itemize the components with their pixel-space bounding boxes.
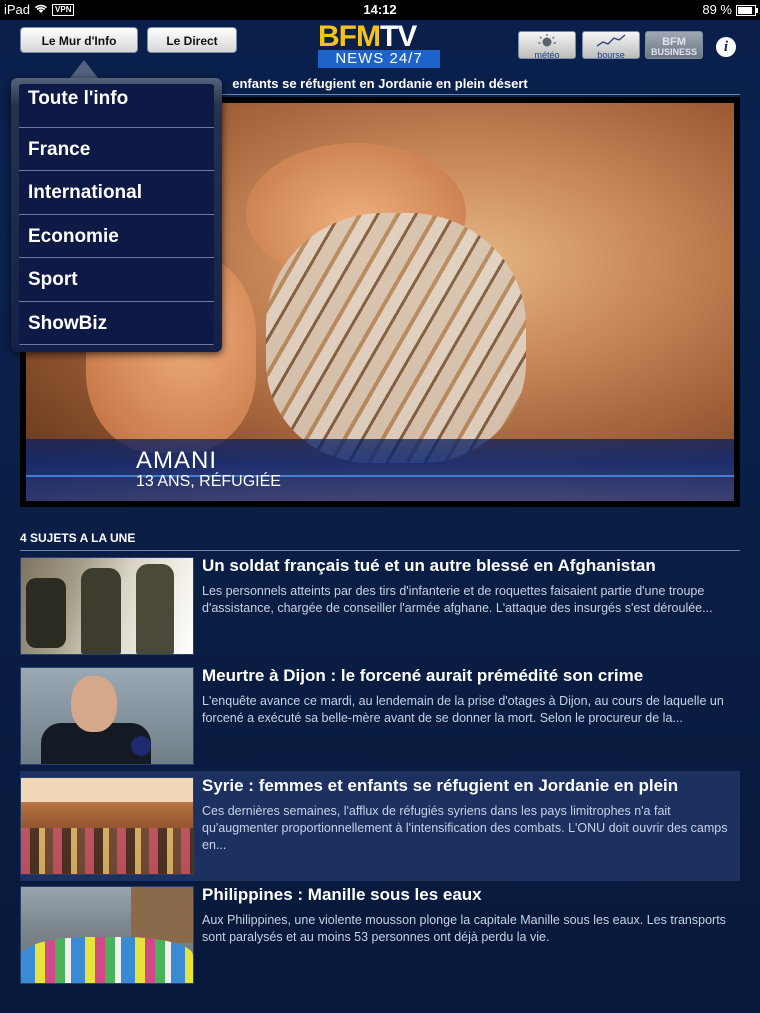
- category-list: Toute l'info France International Econom…: [19, 84, 214, 346]
- news-summary: Aux Philippines, une violente mousson pl…: [202, 913, 726, 944]
- lower-third-subtitle: 13 ANS, RÉFUGIÉE: [136, 473, 281, 490]
- stock-chart-icon: [583, 34, 639, 50]
- news-summary: Les personnels atteints par des tirs d'i…: [202, 584, 713, 615]
- info-button[interactable]: i: [716, 37, 736, 57]
- meteo-label: météo: [534, 50, 560, 60]
- clock: 14:12: [363, 2, 397, 17]
- menu-item-sport[interactable]: Sport: [19, 258, 214, 302]
- news-summary: L'enquête avance ce mardi, au lendemain …: [202, 694, 724, 725]
- lower-third-bar: [26, 475, 734, 477]
- menu-item-international[interactable]: International: [19, 171, 214, 215]
- bfmtv-logo: BFMTV NEWS 24/7: [318, 22, 440, 72]
- lower-third: AMANI 13 ANS, RÉFUGIÉE: [26, 439, 734, 501]
- news-item-selected[interactable]: Syrie : femmes et enfants se réfugient e…: [20, 771, 740, 881]
- bourse-label: bourse: [597, 50, 625, 60]
- mur-info-button[interactable]: Le Mur d'Info: [20, 27, 138, 53]
- logo-tv-text: TV: [379, 20, 417, 53]
- battery-icon: [736, 4, 758, 16]
- meteo-button[interactable]: météo: [518, 31, 576, 60]
- logo-news-text: NEWS 24/7: [318, 50, 440, 68]
- news-title: Un soldat français tué et un autre bless…: [202, 556, 656, 575]
- news-item[interactable]: Meurtre à Dijon : le forcené aurait prém…: [20, 666, 740, 769]
- news-item[interactable]: Un soldat français tué et un autre bless…: [20, 556, 740, 659]
- menu-item-france[interactable]: France: [19, 128, 214, 171]
- bfm-business-button[interactable]: BFM BUSINESS: [645, 31, 703, 59]
- app-window: iPad VPN 14:12 89 % Le Mur d'Info Le Dir…: [0, 0, 760, 1013]
- news-thumbnail: [20, 557, 194, 655]
- bfm-business-line2: BUSINESS: [650, 47, 697, 57]
- news-title: Philippines : Manille sous les eaux: [202, 885, 482, 904]
- menu-item-showbiz[interactable]: ShowBiz: [19, 302, 214, 345]
- weather-icon: [519, 34, 575, 50]
- menu-popover-arrow: [70, 60, 98, 78]
- hero-scarf-shape: [266, 213, 526, 463]
- news-title: Syrie : femmes et enfants se réfugient e…: [202, 776, 679, 795]
- news-thumbnail: [20, 886, 194, 984]
- direct-button[interactable]: Le Direct: [147, 27, 237, 53]
- news-title: Meurtre à Dijon : le forcené aurait prém…: [202, 666, 644, 685]
- logo-bfm-text: BFM: [318, 20, 381, 53]
- battery-percent: 89 %: [702, 2, 732, 17]
- category-menu: Toute l'info France International Econom…: [11, 78, 222, 352]
- bourse-button[interactable]: bourse: [582, 31, 640, 60]
- app-header: Le Mur d'Info Le Direct BFMTV NEWS 24/7 …: [0, 20, 760, 78]
- menu-item-toute-info[interactable]: Toute l'info: [19, 84, 214, 128]
- news-thumbnail: [20, 777, 194, 875]
- section-title: 4 SUJETS A LA UNE: [20, 530, 740, 551]
- news-thumbnail: [20, 667, 194, 765]
- news-item[interactable]: Philippines : Manille sous les eaux Aux …: [20, 885, 740, 988]
- status-bar: iPad VPN 14:12 89 %: [0, 0, 760, 20]
- menu-item-economie[interactable]: Economie: [19, 215, 214, 258]
- lower-third-name: AMANI: [136, 447, 218, 474]
- news-summary: Ces dernières semaines, l'afflux de réfu…: [202, 804, 728, 852]
